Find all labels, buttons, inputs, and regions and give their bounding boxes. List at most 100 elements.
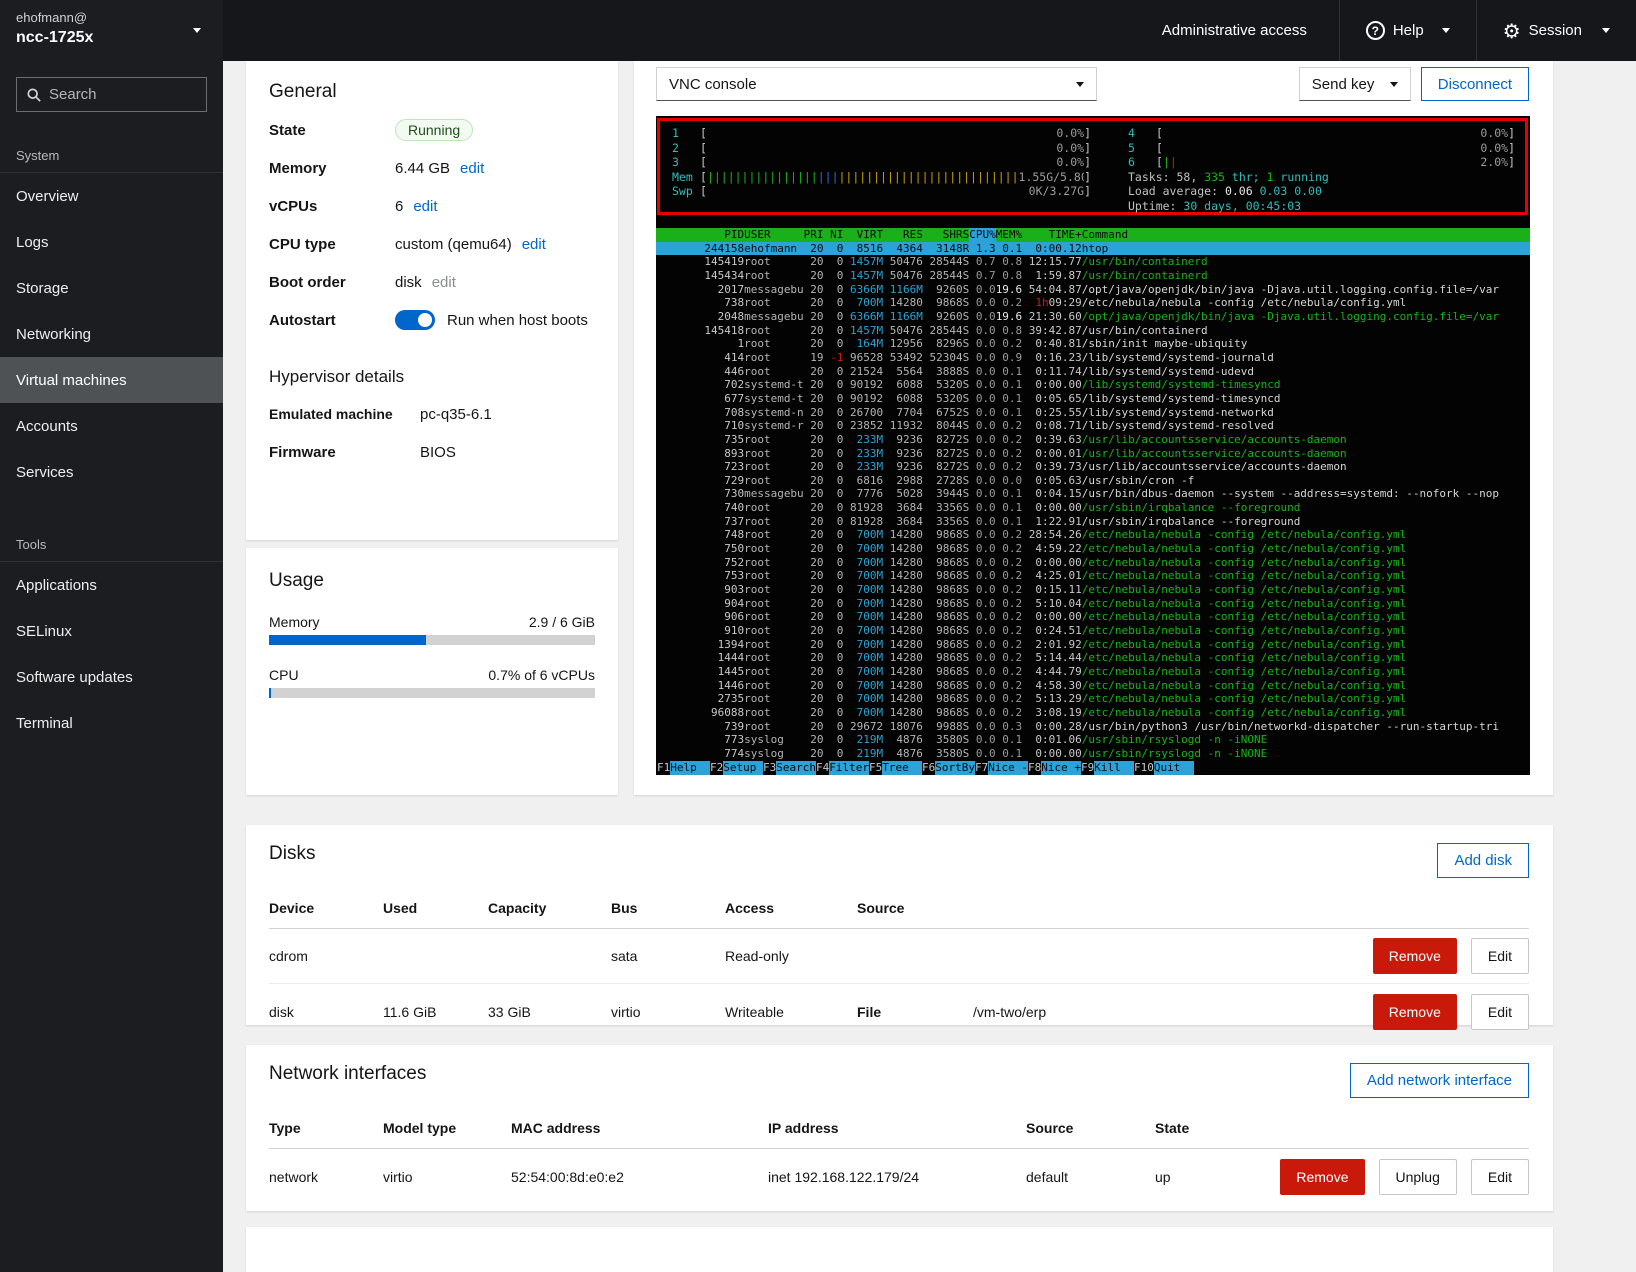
usage-cpu-label: CPU	[269, 667, 299, 683]
help-icon: ?	[1366, 21, 1385, 40]
administrative-access-label: Administrative access	[1136, 0, 1339, 61]
autostart-row: Autostart Run when host boots	[269, 301, 618, 339]
htop-row: 414 root 19 -1 96528 53492 52304 S 0.0 0…	[656, 351, 1530, 365]
sidebar-item-software-updates[interactable]: Software updates	[0, 654, 223, 700]
nic-remove-button[interactable]: Remove	[1280, 1159, 1364, 1195]
htop-row: 1446 root 20 0 700M 14280 9868 S 0.0 0.2…	[656, 679, 1530, 693]
cpu-type-edit-link[interactable]: edit	[522, 236, 546, 253]
vnc-console-screen[interactable]: 1[0.0%]4[0.0%]2[0.0%]5[0.0%]3[0.0%]6[||2…	[656, 116, 1530, 775]
htop-row: 145418 root 20 0 1457M 50476 28544 S 0.0…	[656, 324, 1530, 338]
nic-unplug-button[interactable]: Unplug	[1379, 1159, 1457, 1195]
chevron-down-icon	[1390, 82, 1398, 87]
network-interfaces-table: TypeModel typeMAC addressIP addressSourc…	[269, 1106, 1529, 1204]
search-input[interactable]	[49, 86, 189, 103]
autostart-toggle[interactable]	[395, 310, 435, 330]
help-menu[interactable]: ? Help	[1340, 0, 1476, 61]
sidebar-item-virtual-machines[interactable]: Virtual machines	[0, 357, 223, 403]
nic-type: network	[269, 1169, 383, 1185]
brand-hostname: ncc-1725x	[16, 27, 209, 49]
autostart-text: Run when host boots	[447, 312, 588, 329]
disk-source-label: File	[857, 1004, 973, 1020]
gear-icon: ⚙	[1503, 21, 1521, 41]
disk-used: 11.6 GiB	[383, 1004, 488, 1020]
disk-disk-remove-button[interactable]: Remove	[1373, 994, 1457, 1030]
htop-process-table: PID USER PRI NI VIRT RES SHR S CPU% MEM%…	[656, 228, 1530, 761]
add-disk-button[interactable]: Add disk	[1437, 843, 1529, 878]
htop-row: 677 systemd-t 20 0 90192 6088 5320 S 0.0…	[656, 392, 1530, 406]
sidebar-item-storage[interactable]: Storage	[0, 265, 223, 311]
main-content: General State Running Memory 6.44 GB edi…	[223, 61, 1636, 1272]
vcpus-value: 6	[395, 198, 403, 215]
console-type-select[interactable]: VNC console	[656, 67, 1097, 101]
disk-device: cdrom	[269, 948, 383, 964]
nic-source: default	[1026, 1169, 1155, 1185]
htop-header-meters: 1[0.0%]4[0.0%]2[0.0%]5[0.0%]3[0.0%]6[||2…	[657, 118, 1528, 215]
disconnect-button[interactable]: Disconnect	[1421, 67, 1529, 101]
console-toolbar: VNC console Send key Disconnect	[656, 67, 1553, 101]
nav-group-label-tools: Tools	[0, 495, 223, 562]
disk-cdrom-edit-button[interactable]: Edit	[1471, 938, 1529, 974]
htop-row: 145434 root 20 0 1457M 50476 28544 S 0.7…	[656, 269, 1530, 283]
boot-order-row: Boot order disk edit	[269, 263, 618, 301]
memory-row: Memory 6.44 GB edit	[269, 149, 618, 187]
help-label: Help	[1393, 22, 1424, 39]
state-label: State	[269, 122, 395, 139]
htop-row: 708 systemd-n 20 0 26700 7704 6752 S 0.0…	[656, 406, 1530, 420]
chevron-down-icon	[1602, 28, 1610, 33]
send-key-menu[interactable]: Send key	[1299, 67, 1411, 101]
disks-table-header: DeviceUsedCapacityBusAccessSource	[269, 886, 1529, 929]
sidebar-item-terminal[interactable]: Terminal	[0, 700, 223, 746]
htop-row: 1394 root 20 0 700M 14280 9868 S 0.0 0.2…	[656, 638, 1530, 652]
htop-row: 750 root 20 0 700M 14280 9868 S 0.0 0.2 …	[656, 542, 1530, 556]
disk-access: Writeable	[725, 1004, 857, 1020]
disks-table: DeviceUsedCapacityBusAccessSourcecdromsa…	[269, 886, 1529, 1039]
console-type-value: VNC console	[669, 76, 757, 93]
add-network-interface-button[interactable]: Add network interface	[1350, 1063, 1529, 1098]
boot-order-value: disk	[395, 274, 422, 291]
htop-row: 748 root 20 0 700M 14280 9868 S 0.0 0.2 …	[656, 528, 1530, 542]
sidebar-item-selinux[interactable]: SELinux	[0, 608, 223, 654]
htop-row: 893 root 20 0 233M 9236 8272 S 0.0 0.2 0…	[656, 447, 1530, 461]
autostart-label: Autostart	[269, 312, 395, 329]
memory-edit-link[interactable]: edit	[460, 160, 484, 177]
sidebar-item-overview[interactable]: Overview	[0, 173, 223, 219]
htop-row: 903 root 20 0 700M 14280 9868 S 0.0 0.2 …	[656, 583, 1530, 597]
sidebar-item-applications[interactable]: Applications	[0, 562, 223, 608]
nic-edit-button[interactable]: Edit	[1471, 1159, 1529, 1195]
vcpus-edit-link[interactable]: edit	[413, 198, 437, 215]
emulated-machine-row: Emulated machine pc-q35-6.1	[269, 395, 618, 433]
disk-disk-edit-button[interactable]: Edit	[1471, 994, 1529, 1030]
toggle-knob	[418, 313, 432, 327]
htop-row: 774 syslog 20 0 219M 4876 3580 S 0.0 0.1…	[656, 747, 1530, 761]
cpu-progress-fill	[269, 688, 271, 698]
chevron-down-icon	[193, 28, 201, 33]
sidebar-item-accounts[interactable]: Accounts	[0, 403, 223, 449]
cpu-usage-row: CPU 0.7% of 6 vCPUs	[269, 667, 595, 683]
next-section-card	[246, 1227, 1553, 1272]
htop-row: 145419 root 20 0 1457M 50476 28544 S 0.7…	[656, 255, 1530, 269]
htop-row: 1444 root 20 0 700M 14280 9868 S 0.0 0.2…	[656, 651, 1530, 665]
htop-row: 910 root 20 0 700M 14280 9868 S 0.0 0.2 …	[656, 624, 1530, 638]
memory-progress-fill	[269, 635, 426, 645]
send-key-label: Send key	[1312, 76, 1375, 93]
boot-order-edit-link[interactable]: edit	[432, 274, 456, 291]
disk-source-value: /vm-two/erp	[973, 1004, 1373, 1020]
session-menu[interactable]: ⚙ Session	[1477, 0, 1636, 61]
disk-cdrom-remove-button[interactable]: Remove	[1373, 938, 1457, 974]
network-interfaces-title: Network interfaces	[269, 1063, 426, 1085]
sidebar: ehofmann@ ncc-1725x SystemOverviewLogsSt…	[0, 0, 223, 1272]
chevron-down-icon	[1076, 82, 1084, 87]
sidebar-item-networking[interactable]: Networking	[0, 311, 223, 357]
htop-row: 2735 root 20 0 700M 14280 9868 S 0.0 0.2…	[656, 692, 1530, 706]
host-switcher[interactable]: ehofmann@ ncc-1725x	[0, 0, 223, 61]
nic-mac: 52:54:00:8d:e0:e2	[511, 1169, 768, 1185]
sidebar-item-services[interactable]: Services	[0, 449, 223, 495]
sidebar-item-logs[interactable]: Logs	[0, 219, 223, 265]
sidebar-search[interactable]	[16, 77, 207, 112]
disk-access: Read-only	[725, 948, 857, 964]
nav-group-label-system: System	[0, 128, 223, 173]
usage-card: Usage Memory 2.9 / 6 GiB CPU 0.7% of 6 v…	[246, 548, 618, 795]
cpu-type-value: custom (qemu64)	[395, 236, 512, 253]
memory-progress-bar	[269, 635, 595, 645]
htop-row: 729 root 20 0 6816 2988 2728 S 0.0 0.0 0…	[656, 474, 1530, 488]
